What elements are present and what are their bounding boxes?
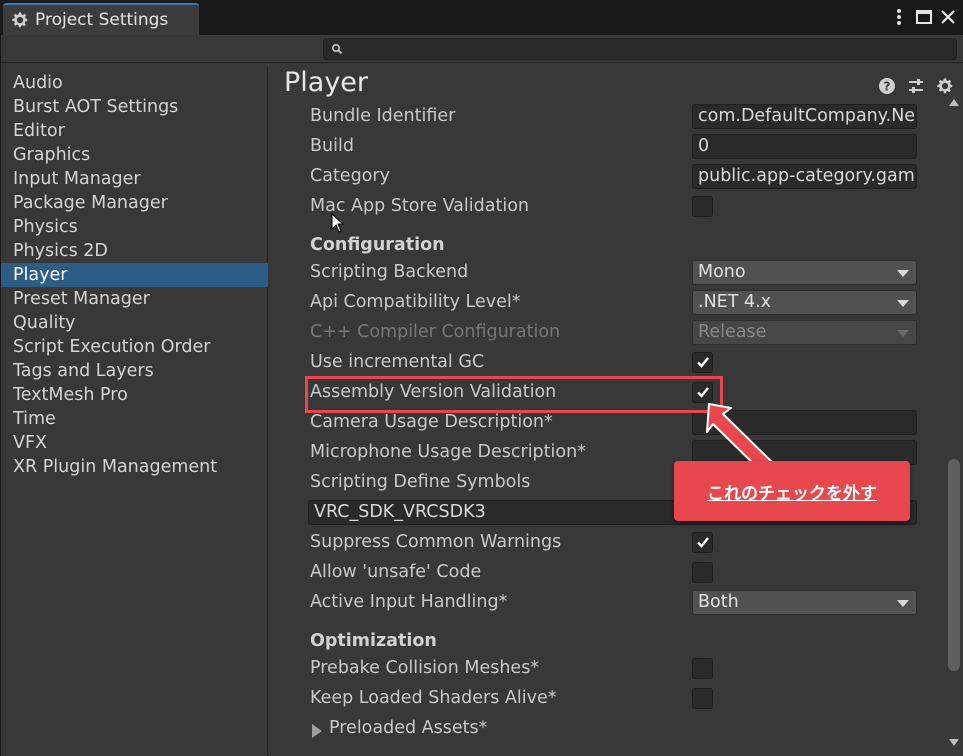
- optimization-section-header: Optimization: [310, 631, 437, 651]
- preloaded-assets-label[interactable]: Preloaded Assets*: [329, 718, 487, 738]
- sidebar-item-textmesh-pro[interactable]: TextMesh Pro: [1, 383, 268, 407]
- keep-shaders-checkbox[interactable]: [692, 688, 713, 709]
- prebake-collision-checkbox[interactable]: [692, 658, 713, 679]
- category-field[interactable]: public.app-category.gam: [692, 164, 917, 189]
- preset-sliders-icon[interactable]: [907, 77, 925, 95]
- sidebar-item-xr-plugin-management[interactable]: XR Plugin Management: [1, 455, 268, 479]
- scripting-backend-value: Mono: [698, 262, 746, 282]
- page-title: Player: [284, 67, 369, 98]
- chevron-down-icon: [897, 270, 909, 277]
- microphone-usage-label: Microphone Usage Description*: [310, 442, 586, 462]
- project-settings-window: Project Settings Audio Burst AOT Setting…: [0, 0, 963, 756]
- cpp-compiler-dropdown: Release: [692, 320, 917, 345]
- incremental-gc-label: Use incremental GC: [310, 352, 485, 372]
- scroll-up-icon[interactable]: [949, 99, 959, 106]
- scroll-thumb[interactable]: [948, 459, 960, 671]
- annotation-highlight-box: [305, 376, 723, 413]
- mouse-cursor-icon: [331, 213, 345, 233]
- more-options-icon[interactable]: [889, 7, 909, 27]
- checkmark-icon: [697, 357, 709, 368]
- bundle-identifier-label: Bundle Identifier: [310, 106, 456, 126]
- suppress-warnings-label: Suppress Common Warnings: [310, 532, 562, 552]
- suppress-warnings-checkbox[interactable]: [692, 532, 713, 553]
- sidebar-item-physics-2d[interactable]: Physics 2D: [1, 239, 268, 263]
- help-icon[interactable]: ?: [878, 77, 896, 95]
- api-compatibility-label: Api Compatibility Level*: [310, 292, 521, 312]
- active-input-value: Both: [698, 592, 739, 612]
- keep-shaders-label: Keep Loaded Shaders Alive*: [310, 688, 557, 708]
- window-title: Project Settings: [35, 10, 169, 30]
- sidebar-item-player[interactable]: Player: [1, 263, 268, 287]
- sidebar-item-time[interactable]: Time: [1, 407, 268, 431]
- sidebar-item-package-manager[interactable]: Package Manager: [1, 191, 268, 215]
- close-icon[interactable]: [938, 7, 958, 27]
- svg-text:?: ?: [884, 80, 891, 94]
- sidebar-item-vfx[interactable]: VFX: [1, 431, 268, 455]
- build-field[interactable]: 0: [692, 134, 917, 159]
- sidebar-item-input-manager[interactable]: Input Manager: [1, 167, 268, 191]
- gear-icon[interactable]: [936, 77, 954, 95]
- sidebar-item-physics[interactable]: Physics: [1, 215, 268, 239]
- annotation-callout: これのチェックを外す: [674, 461, 910, 521]
- maximize-icon[interactable]: [914, 7, 934, 27]
- sidebar-item-graphics[interactable]: Graphics: [1, 143, 268, 167]
- sidebar-item-quality[interactable]: Quality: [1, 311, 268, 335]
- scripting-backend-label: Scripting Backend: [310, 262, 469, 282]
- category-label: Category: [310, 166, 390, 186]
- toolbar: [1, 35, 963, 63]
- scripting-backend-dropdown[interactable]: Mono: [692, 260, 917, 285]
- bundle-identifier-field[interactable]: com.DefaultCompany.Ne: [692, 104, 917, 129]
- window-tab[interactable]: Project Settings: [3, 3, 199, 35]
- title-bar: Project Settings: [1, 1, 963, 35]
- incremental-gc-checkbox[interactable]: [692, 352, 713, 373]
- foldout-arrow-icon[interactable]: [312, 724, 322, 738]
- prebake-collision-label: Prebake Collision Meshes*: [310, 658, 540, 678]
- sidebar-item-burst-aot-settings[interactable]: Burst AOT Settings: [1, 95, 268, 119]
- api-compatibility-value: .NET 4.x: [698, 292, 772, 312]
- sidebar-item-script-execution-order[interactable]: Script Execution Order: [1, 335, 268, 359]
- build-label: Build: [310, 136, 354, 156]
- search-icon: [331, 43, 343, 55]
- scroll-down-icon[interactable]: [949, 739, 959, 746]
- checkmark-icon: [697, 537, 709, 548]
- cpp-compiler-label: C++ Compiler Configuration: [310, 322, 561, 342]
- camera-usage-label: Camera Usage Description*: [310, 412, 553, 432]
- mac-app-store-validation-checkbox[interactable]: [692, 196, 713, 217]
- annotation-callout-text: これのチェックを外す: [707, 483, 877, 504]
- active-input-label: Active Input Handling*: [310, 592, 508, 612]
- sidebar-item-editor[interactable]: Editor: [1, 119, 268, 143]
- configuration-section-header: Configuration: [310, 235, 445, 255]
- allow-unsafe-label: Allow 'unsafe' Code: [310, 562, 482, 582]
- gear-icon: [12, 12, 28, 28]
- chevron-down-icon: [897, 600, 909, 607]
- chevron-down-icon: [897, 300, 909, 307]
- scripting-define-symbols-label: Scripting Define Symbols: [310, 472, 531, 492]
- cpp-compiler-value: Release: [698, 322, 767, 342]
- sidebar-item-tags-and-layers[interactable]: Tags and Layers: [1, 359, 268, 383]
- api-compatibility-dropdown[interactable]: .NET 4.x: [692, 290, 917, 315]
- sidebar-item-preset-manager[interactable]: Preset Manager: [1, 287, 268, 311]
- allow-unsafe-checkbox[interactable]: [692, 562, 713, 583]
- search-input[interactable]: [323, 38, 957, 60]
- chevron-down-icon: [897, 330, 909, 337]
- sidebar-item-audio[interactable]: Audio: [1, 71, 268, 95]
- settings-sidebar: Audio Burst AOT Settings Editor Graphics…: [1, 67, 268, 756]
- active-input-dropdown[interactable]: Both: [692, 590, 917, 615]
- vertical-scrollbar[interactable]: [944, 97, 963, 756]
